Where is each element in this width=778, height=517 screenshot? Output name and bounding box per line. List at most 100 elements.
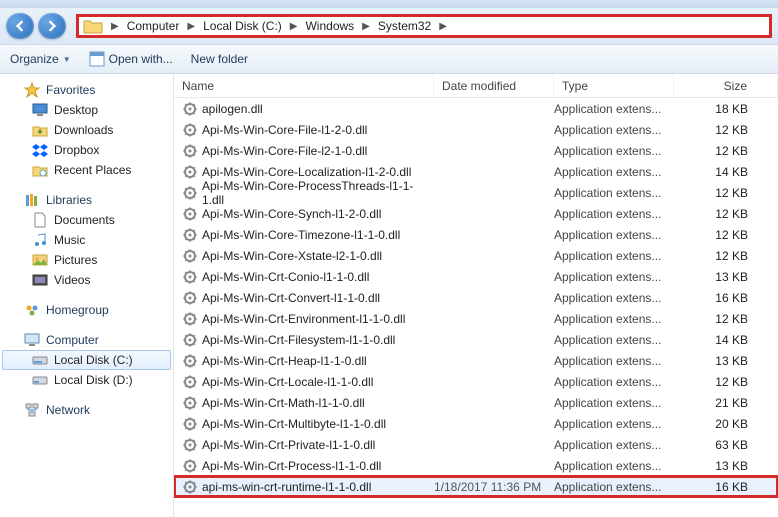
sidebar-item-videos[interactable]: Videos [2, 270, 171, 290]
file-row[interactable]: api-ms-win-crt-runtime-l1-1-0.dll 1/18/20… [174, 476, 778, 497]
breadcrumb-item[interactable]: Local Disk (C:) [201, 19, 284, 33]
videos-icon [32, 272, 48, 288]
file-row[interactable]: apilogen.dllApplication extens...18 KB [174, 98, 778, 119]
breadcrumb-item[interactable]: Windows [303, 19, 356, 33]
dll-icon [182, 101, 198, 117]
sidebar-item-label: Local Disk (D:) [54, 373, 133, 387]
dll-icon [182, 458, 198, 474]
dll-icon [182, 311, 198, 327]
libraries-icon [24, 192, 40, 208]
column-size[interactable]: Size [674, 74, 778, 97]
file-row[interactable]: Api-Ms-Win-Crt-Heap-l1-1-0.dllApplicatio… [174, 350, 778, 371]
back-button[interactable] [6, 13, 34, 39]
forward-button[interactable] [38, 13, 66, 39]
file-size: 20 KB [674, 417, 778, 431]
dll-icon [182, 374, 198, 390]
file-row[interactable]: Api-Ms-Win-Core-Synch-l1-2-0.dllApplicat… [174, 203, 778, 224]
sidebar-item-downloads[interactable]: Downloads [2, 120, 171, 140]
file-name: Api-Ms-Win-Crt-Process-l1-1-0.dll [202, 459, 381, 473]
file-row[interactable]: Api-Ms-Win-Crt-Environment-l1-1-0.dllApp… [174, 308, 778, 329]
file-type: Application extens... [554, 123, 674, 137]
sidebar-item-label: Local Disk (C:) [54, 353, 133, 367]
file-name: apilogen.dll [202, 102, 263, 116]
file-type: Application extens... [554, 375, 674, 389]
breadcrumb-item[interactable]: System32 [376, 19, 433, 33]
computer-icon [24, 332, 40, 348]
column-name[interactable]: Name [174, 74, 434, 97]
sidebar-item-label: Documents [54, 213, 115, 227]
file-name: Api-Ms-Win-Crt-Filesystem-l1-1-0.dll [202, 333, 395, 347]
file-size: 21 KB [674, 396, 778, 410]
file-row[interactable]: Api-Ms-Win-Crt-Process-l1-1-0.dllApplica… [174, 455, 778, 476]
file-type: Application extens... [554, 186, 674, 200]
sidebar-item-label: Desktop [54, 103, 98, 117]
sidebar-item-recent[interactable]: Recent Places [2, 160, 171, 180]
file-type: Application extens... [554, 144, 674, 158]
dll-icon [182, 206, 198, 222]
chevron-right-icon: ▶ [356, 21, 376, 32]
file-type: Application extens... [554, 438, 674, 452]
sidebar-item-disk-d[interactable]: Local Disk (D:) [2, 370, 171, 390]
breadcrumb-bar[interactable]: ▶ Computer ▶ Local Disk (C:) ▶ Windows ▶… [76, 14, 772, 38]
file-row[interactable]: Api-Ms-Win-Crt-Multibyte-l1-1-0.dllAppli… [174, 413, 778, 434]
file-row[interactable]: Api-Ms-Win-Crt-Math-l1-1-0.dllApplicatio… [174, 392, 778, 413]
sidebar-item-music[interactable]: Music [2, 230, 171, 250]
sidebar-item-dropbox[interactable]: Dropbox [2, 140, 171, 160]
file-size: 12 KB [674, 123, 778, 137]
file-size: 18 KB [674, 102, 778, 116]
file-row[interactable]: Api-Ms-Win-Crt-Locale-l1-1-0.dllApplicat… [174, 371, 778, 392]
sidebar-item-label: Downloads [54, 123, 113, 137]
file-name: api-ms-win-crt-runtime-l1-1-0.dll [202, 480, 371, 494]
file-size: 13 KB [674, 459, 778, 473]
file-row[interactable]: Api-Ms-Win-Core-ProcessThreads-l1-1-1.dl… [174, 182, 778, 203]
file-type: Application extens... [554, 291, 674, 305]
dll-icon [182, 269, 198, 285]
organize-button[interactable]: Organize▼ [10, 52, 71, 66]
sidebar-item-disk-c[interactable]: Local Disk (C:) [2, 350, 171, 370]
column-type[interactable]: Type [554, 74, 674, 97]
open-with-label: Open with... [109, 52, 173, 66]
file-type: Application extens... [554, 165, 674, 179]
file-type: Application extens... [554, 228, 674, 242]
new-folder-button[interactable]: New folder [191, 52, 248, 66]
file-size: 63 KB [674, 438, 778, 452]
music-icon [32, 232, 48, 248]
file-size: 14 KB [674, 333, 778, 347]
file-row[interactable]: Api-Ms-Win-Crt-Private-l1-1-0.dllApplica… [174, 434, 778, 455]
open-with-button[interactable]: Open with... [89, 51, 173, 67]
breadcrumb-item[interactable]: Computer [125, 19, 182, 33]
desktop-icon [32, 102, 48, 118]
column-headers: Name Date modified Type Size [174, 74, 778, 98]
dll-icon [182, 437, 198, 453]
sidebar-item-documents[interactable]: Documents [2, 210, 171, 230]
sidebar-homegroup[interactable]: Homegroup [0, 300, 173, 320]
dll-icon [182, 395, 198, 411]
file-type: Application extens... [554, 480, 674, 494]
file-date: 1/18/2017 11:36 PM [434, 480, 541, 494]
dll-icon [182, 248, 198, 264]
sidebar-libraries[interactable]: Libraries [0, 190, 173, 210]
file-row[interactable]: Api-Ms-Win-Crt-Convert-l1-1-0.dllApplica… [174, 287, 778, 308]
sidebar-item-pictures[interactable]: Pictures [2, 250, 171, 270]
file-type: Application extens... [554, 207, 674, 221]
file-row[interactable]: Api-Ms-Win-Core-Timezone-l1-1-0.dllAppli… [174, 224, 778, 245]
sidebar-item-label: Music [54, 233, 85, 247]
file-row[interactable]: Api-Ms-Win-Core-Xstate-l2-1-0.dllApplica… [174, 245, 778, 266]
file-row[interactable]: Api-Ms-Win-Crt-Conio-l1-1-0.dllApplicati… [174, 266, 778, 287]
file-type: Application extens... [554, 396, 674, 410]
sidebar-computer[interactable]: Computer [0, 330, 173, 350]
file-row[interactable]: Api-Ms-Win-Core-File-l2-1-0.dllApplicati… [174, 140, 778, 161]
sidebar-network[interactable]: Network [0, 400, 173, 420]
file-size: 13 KB [674, 354, 778, 368]
file-name: Api-Ms-Win-Core-Localization-l1-2-0.dll [202, 165, 411, 179]
file-name: Api-Ms-Win-Crt-Conio-l1-1-0.dll [202, 270, 369, 284]
sidebar-item-desktop[interactable]: Desktop [2, 100, 171, 120]
dll-icon [182, 479, 198, 495]
sidebar-favorites[interactable]: Favorites [0, 80, 173, 100]
file-name: Api-Ms-Win-Core-Xstate-l2-1-0.dll [202, 249, 382, 263]
file-row[interactable]: Api-Ms-Win-Crt-Filesystem-l1-1-0.dllAppl… [174, 329, 778, 350]
file-size: 13 KB [674, 270, 778, 284]
file-row[interactable]: Api-Ms-Win-Core-File-l1-2-0.dllApplicati… [174, 119, 778, 140]
column-date[interactable]: Date modified [434, 74, 554, 97]
disk-icon [32, 372, 48, 388]
